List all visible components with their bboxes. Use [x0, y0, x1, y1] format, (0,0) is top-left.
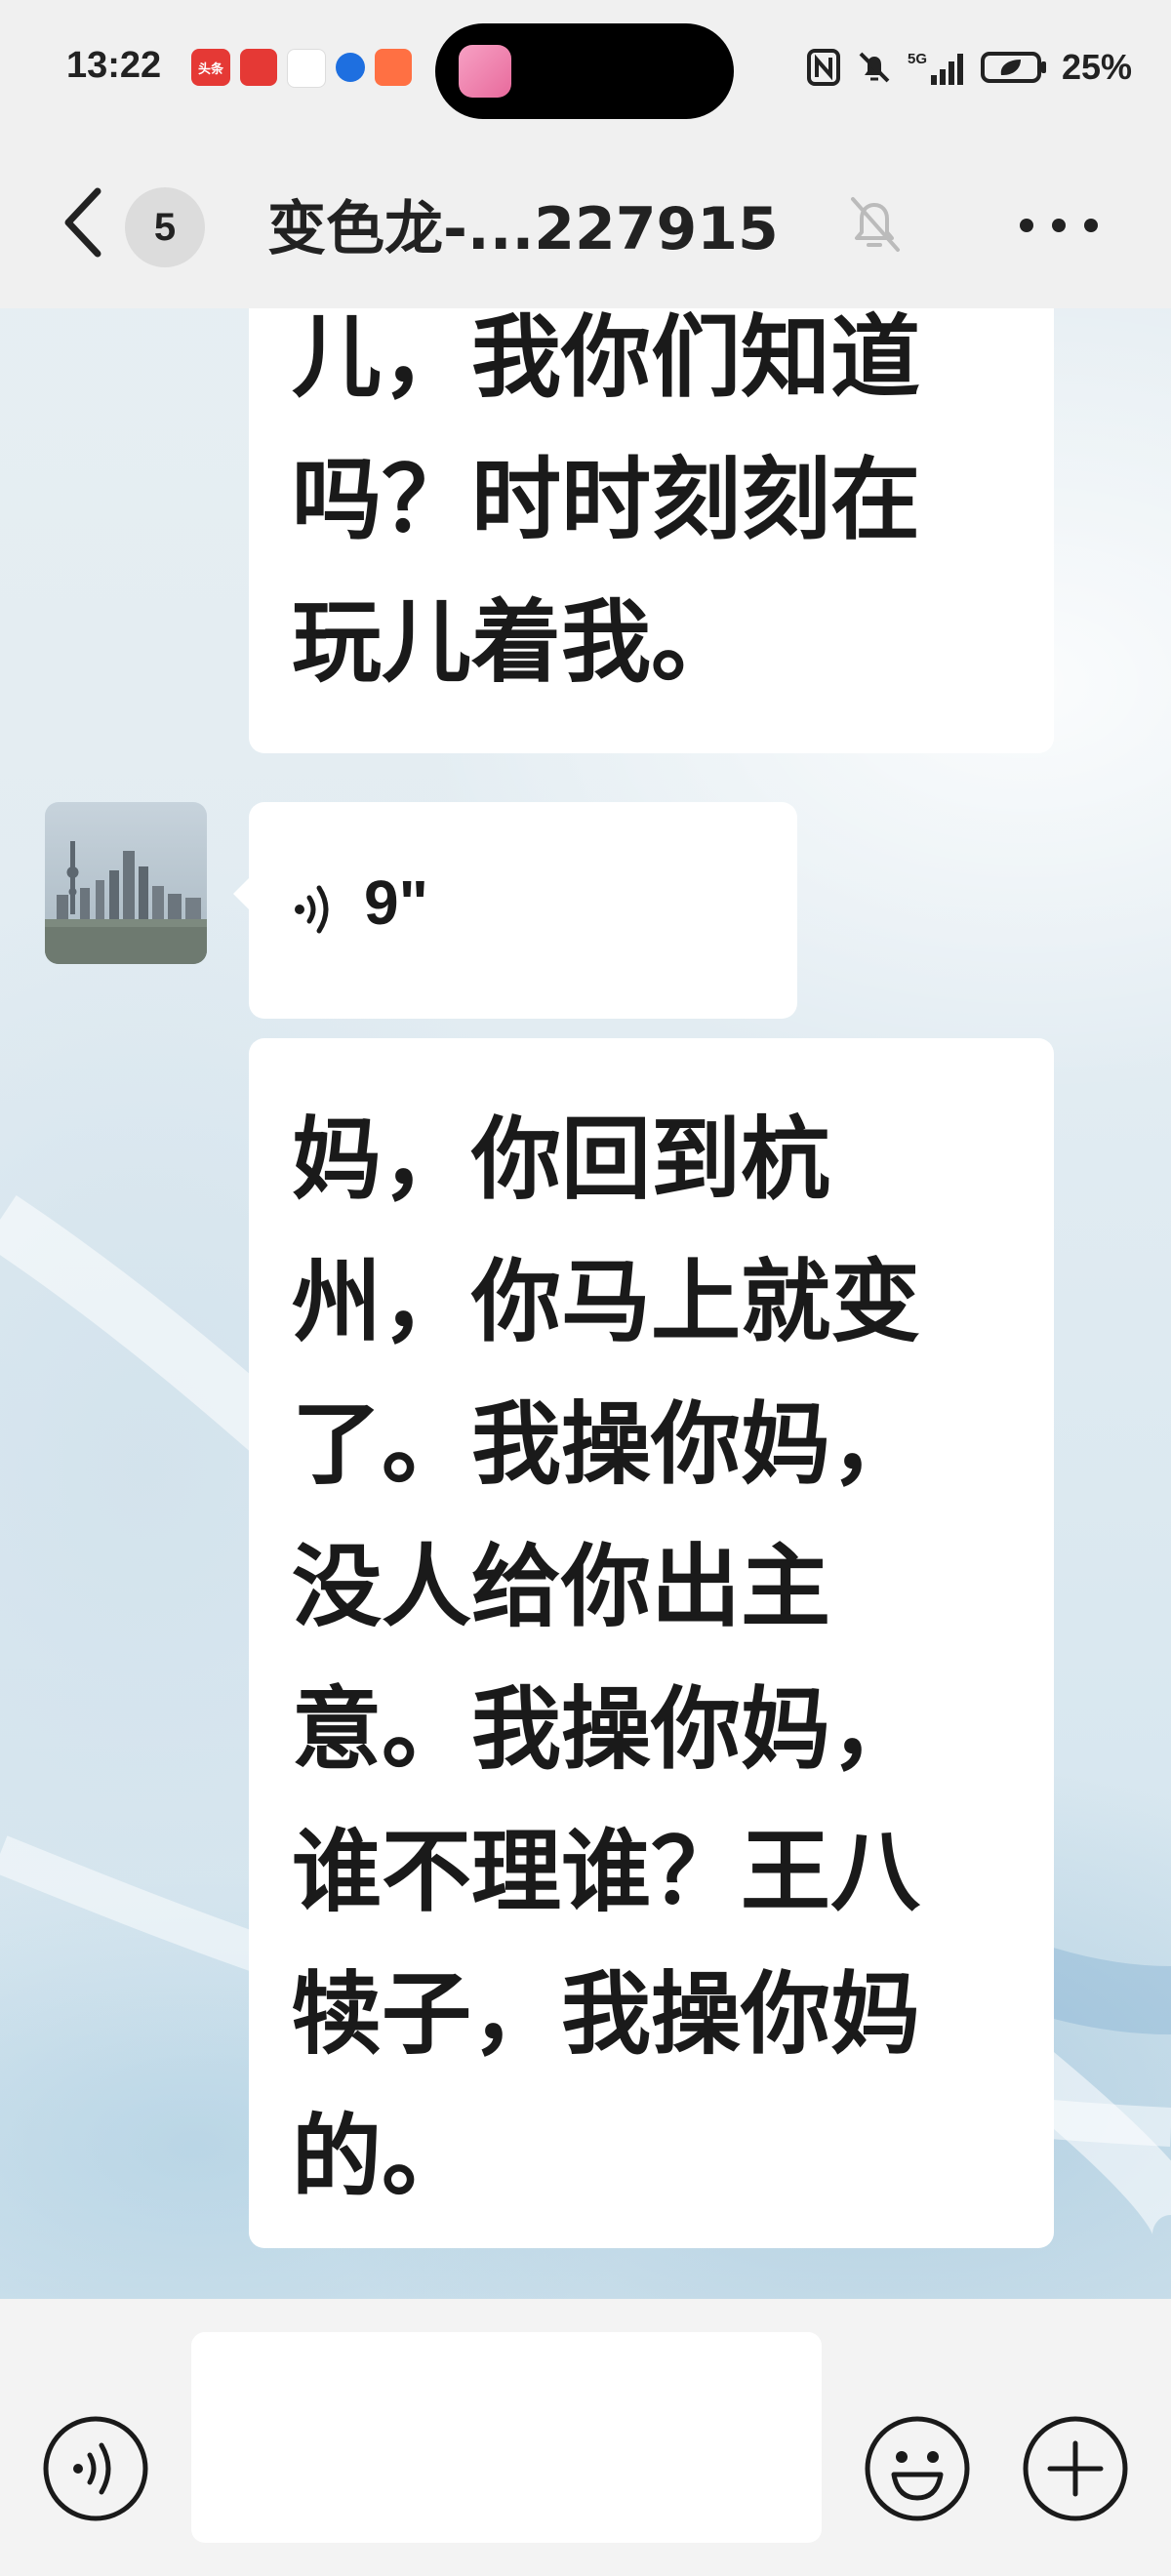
signal-icon: 5G — [908, 51, 963, 85]
city-skyline-avatar-image — [45, 802, 207, 964]
message-line: 意。我操你妈， — [292, 1677, 921, 1782]
emoji-button[interactable] — [863, 2414, 972, 2523]
sender-avatar[interactable] — [45, 802, 207, 964]
message-line: 州，你马上就变 — [292, 1250, 921, 1354]
system-icons: 5G 25% — [806, 47, 1132, 88]
message-line: 妈，你回到杭 — [292, 1107, 831, 1212]
toutiao-app-icon: 头条 — [191, 49, 230, 86]
message-text: 妈，你回到杭 州，你马上就变 了。我操你妈， 没人给你出主 意。我操你妈， 谁不… — [292, 1089, 1011, 2229]
chat-title: 变色龙-...227915 — [267, 195, 779, 263]
dynamic-island — [435, 23, 734, 119]
nfc-icon — [806, 49, 840, 86]
message-line: 吗？时时刻刻在 — [292, 448, 921, 552]
network-label: 5G — [908, 51, 927, 67]
live-activity-app-icon — [459, 45, 511, 98]
shield-icon — [336, 53, 365, 82]
app-icon — [375, 49, 412, 86]
battery-icon — [980, 52, 1046, 83]
chat-header: 5 变色龙-...227915 — [0, 146, 1171, 308]
message-line: 的。 — [292, 2105, 472, 2209]
mute-notification-icon — [859, 52, 890, 83]
more-functions-plus-button[interactable] — [1021, 2414, 1130, 2523]
status-bar: 13:22 头条 5G 25% — [0, 0, 1171, 146]
message-line: 了。我操你妈， — [292, 1392, 921, 1497]
more-options-icon[interactable] — [1015, 215, 1103, 236]
message-list[interactable]: 儿，我你们知道 吗？时时刻刻在 玩儿着我。 9" 妈，你回到杭 州，你马上就变 … — [0, 308, 1171, 2299]
notification-icons: 头条 — [191, 49, 412, 88]
message-line: 儿，我你们知道 — [292, 308, 921, 410]
message-text: 儿，我你们知道 吗？时时刻刻在 玩儿着我。 — [292, 308, 1011, 714]
app-icon — [287, 49, 326, 88]
back-arrow-icon[interactable] — [59, 183, 107, 262]
message-line: 犊子，我操你妈 — [292, 1962, 921, 2067]
message-line: 玩儿着我。 — [292, 590, 742, 695]
input-bar — [0, 2299, 1171, 2576]
message-input[interactable] — [191, 2332, 822, 2543]
message-bubble[interactable]: 儿，我你们知道 吗？时时刻刻在 玩儿着我。 — [249, 308, 1054, 753]
unread-count-badge[interactable]: 5 — [125, 187, 205, 267]
voice-input-button[interactable] — [41, 2414, 150, 2523]
status-time: 13:22 — [66, 45, 162, 86]
message-bubble[interactable]: 妈，你回到杭 州，你马上就变 了。我操你妈， 没人给你出主 意。我操你妈， 谁不… — [249, 1038, 1054, 2248]
battery-percentage: 25% — [1061, 47, 1132, 87]
message-line: 谁不理谁？王八 — [292, 1820, 921, 1924]
xiaohongshu-app-icon — [240, 49, 277, 86]
voice-duration: 9" — [364, 867, 428, 938]
voice-message-bubble[interactable]: 9" — [233, 802, 797, 1019]
muted-bell-icon — [851, 197, 900, 252]
voice-wave-icon — [295, 885, 329, 934]
message-line: 没人给你出主 — [292, 1535, 831, 1639]
